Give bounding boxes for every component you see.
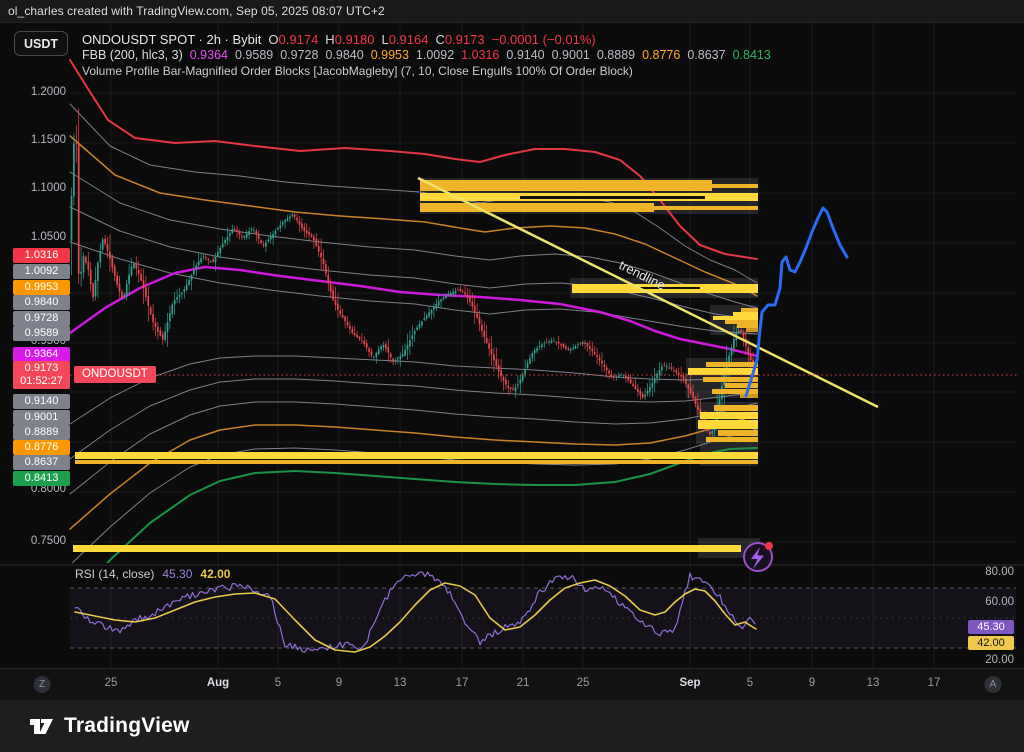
rsi-value-label: 42.00 <box>968 636 1014 650</box>
ohlc-low: L0.9164 <box>381 32 428 47</box>
fbb-values: 0.9364 0.9589 0.9728 0.9840 0.9953 1.0092 1.03… <box>190 48 771 62</box>
flash-alert-button[interactable] <box>744 542 773 571</box>
time-axis-tick: 13 <box>867 677 880 689</box>
time-axis-tick: 5 <box>275 677 281 689</box>
price-level-label: 0.9728 <box>13 311 70 326</box>
fbb-value: 0.8413 <box>733 48 771 62</box>
legend-fbb-row[interactable]: FBB (200, hlc3, 3) 0.93640.95890.97280.9… <box>82 48 771 62</box>
fbb-value: 0.9840 <box>325 48 363 62</box>
price-level-label: 0.8889 <box>13 425 70 440</box>
fbb-indicator-name: FBB (200, hlc3, 3) <box>82 48 183 62</box>
price-level-label: 1.0316 <box>13 248 70 263</box>
price-level-label: 0.9140 <box>13 394 70 409</box>
price-level-label: 0.9589 <box>13 326 70 341</box>
currency-pair-label: USDT <box>24 37 58 51</box>
time-axis-tick: Aug <box>207 677 229 689</box>
price-level-label: 0.8776 <box>13 440 70 455</box>
rsi-legend[interactable]: RSI (14, close) 45.30 42.00 <box>75 567 230 581</box>
fbb-value: 1.0092 <box>416 48 454 62</box>
tradingview-logo-icon <box>28 713 55 740</box>
tradingview-logo[interactable]: TradingView <box>28 713 190 740</box>
ohlc-open: O0.9174 <box>268 32 318 47</box>
rsi-indicator-name: RSI (14, close) <box>75 567 154 581</box>
time-axis-tick: 17 <box>456 677 469 689</box>
fbb-value: 0.9953 <box>371 48 409 62</box>
legend-symbol-row[interactable]: ONDOUSDT SPOT · 2h · Bybit O0.9174 H0.91… <box>82 32 596 47</box>
symbol-title: ONDOUSDT SPOT · 2h · Bybit <box>82 32 261 47</box>
price-level-label: 0.9001 <box>13 410 70 425</box>
fbb-value: 0.9140 <box>506 48 544 62</box>
price-axis-label: 1.1000 <box>0 182 66 194</box>
time-axis-tick: 25 <box>577 677 590 689</box>
price-change: −0.0001 (−0.01%) <box>492 32 596 47</box>
price-axis-label: 0.7500 <box>0 535 66 547</box>
time-axis-tick: 25 <box>105 677 118 689</box>
volume-profile-indicator-name: Volume Profile Bar-Magnified Order Block… <box>82 64 633 78</box>
rsi-ma-value: 42.00 <box>200 567 230 581</box>
rsi-axis-label: 20.00 <box>948 654 1014 666</box>
time-axis-tick: 17 <box>928 677 941 689</box>
tradingview-chart-window: ol_charles created with TradingView.com,… <box>0 0 1024 752</box>
symbol-price-tag: ONDOUSDT <box>74 366 156 383</box>
ohlc-close: C0.9173 <box>435 32 484 47</box>
price-level-label: 1.0092 <box>13 264 70 279</box>
time-axis-tick: Sep <box>679 677 700 689</box>
time-axis-tick: 9 <box>809 677 815 689</box>
rsi-value-label: 45.30 <box>968 620 1014 634</box>
price-axis-label: 1.1500 <box>0 134 66 146</box>
tradingview-logo-text: TradingView <box>64 714 190 738</box>
price-axis-label: 1.2000 <box>0 86 66 98</box>
time-axis-tick: 21 <box>517 677 530 689</box>
price-axis-label: 1.0500 <box>0 231 66 243</box>
footer-bar: TradingView <box>0 700 1024 752</box>
price-level-label: 0.8637 <box>13 455 70 470</box>
time-axis-tick: 13 <box>394 677 407 689</box>
fbb-value: 0.8776 <box>642 48 680 62</box>
legend-volume-profile-row[interactable]: Volume Profile Bar-Magnified Order Block… <box>82 64 633 78</box>
fbb-value: 0.8889 <box>597 48 635 62</box>
bar-countdown: 01:52:27 <box>13 375 70 388</box>
currency-pair-button[interactable]: USDT <box>14 31 68 56</box>
price-level-label: 0.9364 <box>13 347 70 362</box>
replay-z-badge[interactable]: Z <box>34 676 51 693</box>
price-level-label: 0.8413 <box>13 471 70 486</box>
fbb-value: 1.0316 <box>461 48 499 62</box>
current-price-value: 0.9173 <box>13 362 70 375</box>
fbb-value: 0.8637 <box>687 48 725 62</box>
ohlc-high: H0.9180 <box>325 32 374 47</box>
current-price-label: 0.9173 01:52:27 <box>13 361 70 389</box>
fbb-value: 0.9364 <box>190 48 228 62</box>
price-level-label: 0.9953 <box>13 280 70 295</box>
replay-a-badge[interactable]: A <box>985 676 1002 693</box>
price-level-label: 0.9840 <box>13 295 70 310</box>
time-axis-tick: 5 <box>747 677 753 689</box>
rsi-value: 45.30 <box>162 567 192 581</box>
rsi-axis-label: 60.00 <box>948 596 1014 608</box>
rsi-axis-label: 80.00 <box>948 566 1014 578</box>
time-axis[interactable]: Z A 25 Aug 5 9 13 17 21 25 Sep 5 9 13 17 <box>0 668 1024 700</box>
time-axis-tick: 9 <box>336 677 342 689</box>
fbb-value: 0.9589 <box>235 48 273 62</box>
fbb-value: 0.9728 <box>280 48 318 62</box>
fbb-value: 0.9001 <box>552 48 590 62</box>
